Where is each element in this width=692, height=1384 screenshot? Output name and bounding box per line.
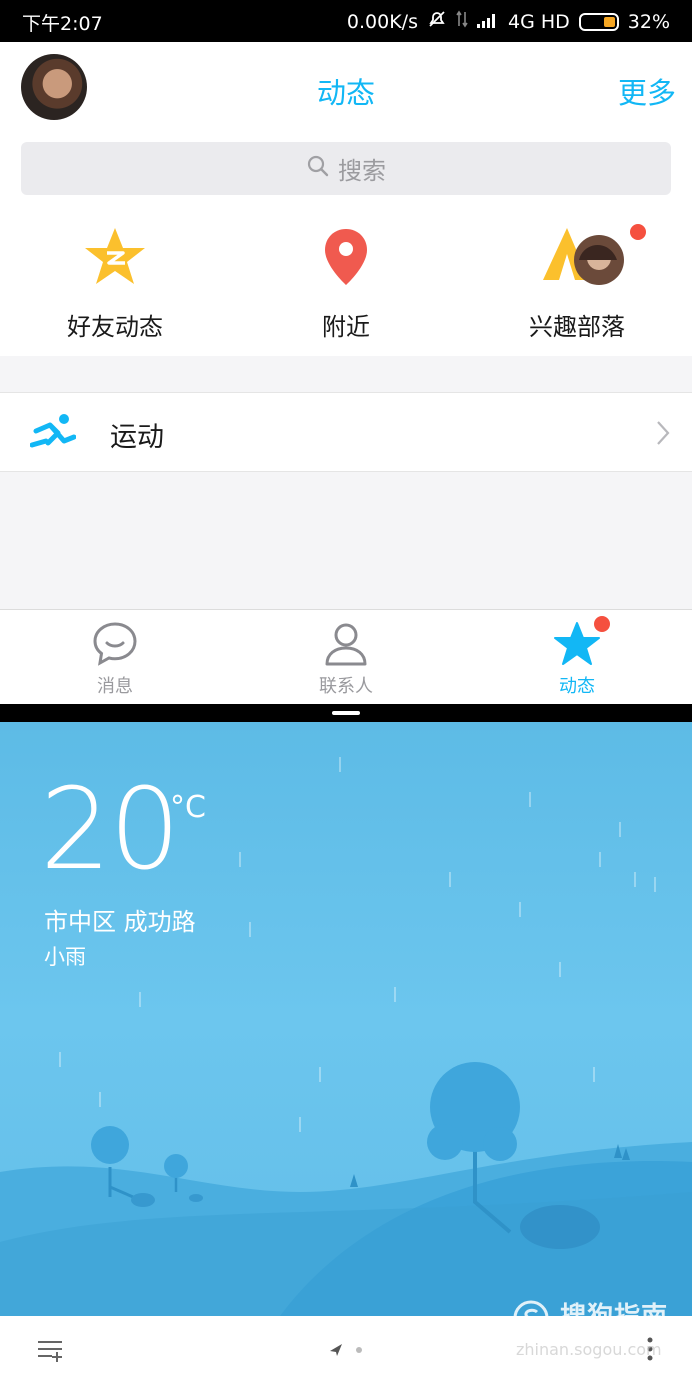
tribe-tent-icon <box>487 224 667 290</box>
shortcut-grid: 好友动态 附近 兴趣部落 <box>0 204 692 356</box>
tab-label: 消息 <box>97 676 133 697</box>
tab-feeds[interactable]: 动态 <box>502 616 652 701</box>
mute-icon <box>427 9 447 34</box>
sport-runner-icon <box>29 413 77 455</box>
signal-icon <box>476 11 499 33</box>
weather-condition: 小雨 <box>44 945 86 969</box>
city-list-icon[interactable] <box>36 1338 64 1366</box>
shortcut-interest-tribe[interactable]: 兴趣部落 <box>487 224 667 344</box>
sport-row[interactable]: 运动 <box>0 392 692 472</box>
network-type: 4G HD <box>507 10 570 33</box>
chevron-right-icon <box>656 420 670 450</box>
status-bar: 下午2:07 0.00K/s 4G HD 32% <box>0 0 692 42</box>
weather-panel: 20 °C 市中区 成功路 小雨 <box>0 722 692 1316</box>
qq-app-panel: 动态 更多 搜索 好友动态 附近 兴趣部落 运动 消息 联系人 动态 <box>0 42 692 704</box>
star-icon <box>502 616 652 672</box>
search-placeholder: 搜索 <box>338 157 386 185</box>
status-icons: 0.00K/s 4G HD 32% <box>347 9 670 34</box>
sport-label: 运动 <box>110 422 164 453</box>
tab-messages[interactable]: 消息 <box>40 616 190 701</box>
tab-label: 联系人 <box>319 676 373 697</box>
shortcut-nearby[interactable]: 附近 <box>256 224 436 344</box>
watermark-text: 搜狗指南 <box>560 1302 669 1332</box>
status-time: 下午2:07 <box>22 13 103 35</box>
bottom-tab-bar: 消息 联系人 动态 <box>0 609 692 704</box>
page-title: 动态 <box>316 76 375 110</box>
watermark-subtext: zhinan.sogou.com <box>516 1340 662 1359</box>
qzone-star-icon <box>25 224 205 290</box>
split-screen-divider <box>0 704 692 722</box>
contacts-person-icon <box>271 616 421 672</box>
more-button[interactable]: 更多 <box>618 70 676 112</box>
message-bubble-icon <box>40 616 190 672</box>
shortcut-label: 附近 <box>322 313 370 341</box>
notification-badge <box>594 616 610 632</box>
temperature-value: 20 <box>40 765 181 895</box>
shortcut-label: 好友动态 <box>67 313 163 341</box>
tab-label: 动态 <box>559 676 595 697</box>
search-input[interactable]: 搜索 <box>21 142 671 195</box>
search-icon <box>306 154 330 184</box>
network-speed: 0.00K/s <box>346 10 418 33</box>
tab-contacts[interactable]: 联系人 <box>271 616 421 701</box>
location-pin-icon <box>256 224 436 290</box>
notification-badge <box>630 224 646 240</box>
top-bar: 动态 更多 <box>0 42 692 134</box>
battery-percent: 32% <box>627 10 670 33</box>
weather-location[interactable]: 市中区 成功路 <box>44 902 196 937</box>
shortcut-friends-feed[interactable]: 好友动态 <box>25 224 205 344</box>
search-area: 搜索 <box>0 134 692 204</box>
shortcut-label: 兴趣部落 <box>529 313 625 341</box>
data-arrows-icon <box>456 10 468 33</box>
sogou-logo-icon <box>513 1300 549 1335</box>
watermark-logo: 搜狗指南 <box>512 1296 668 1337</box>
battery-icon <box>578 12 619 31</box>
split-handle[interactable] <box>332 711 360 715</box>
location-arrow-icon[interactable] <box>328 1342 366 1362</box>
temperature-unit: °C <box>170 790 206 825</box>
